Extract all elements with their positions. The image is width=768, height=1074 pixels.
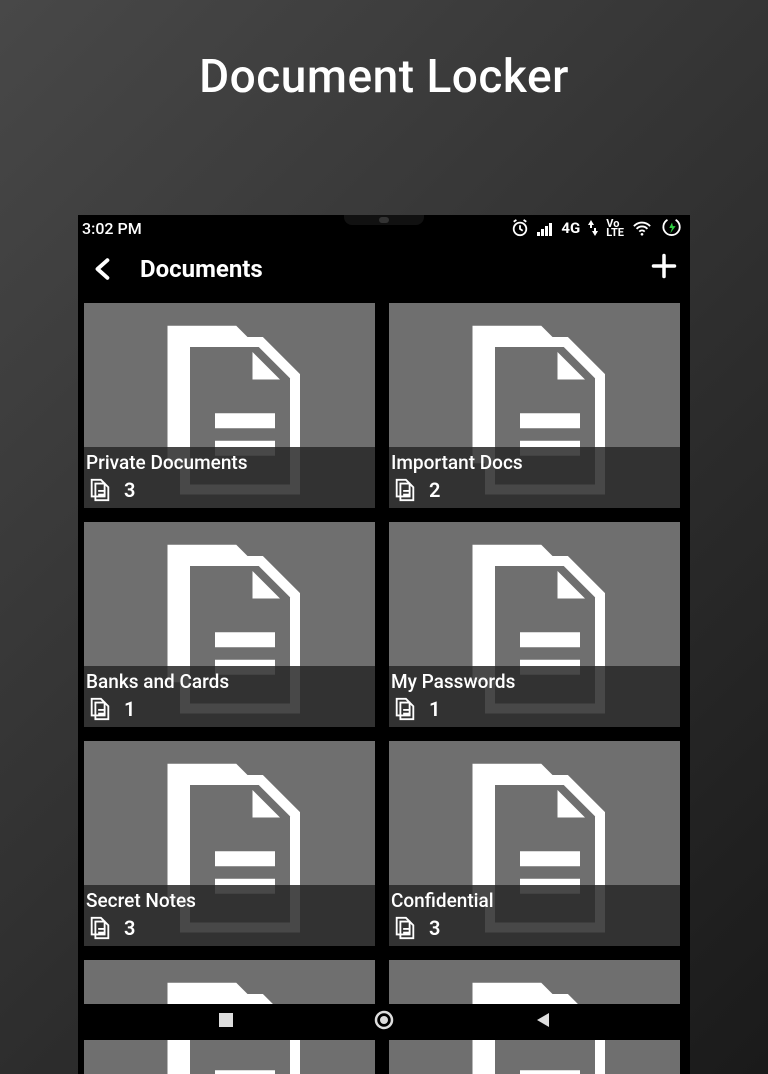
wifi-icon	[632, 219, 652, 237]
phone-notch	[344, 215, 424, 225]
folder-card[interactable]: My Passwords 1	[389, 522, 680, 727]
back-button[interactable]	[88, 254, 118, 284]
folder-count: 3	[124, 916, 135, 940]
volte-label: Vo LTE	[606, 219, 624, 237]
network-label: 4G	[561, 219, 580, 237]
folder-card[interactable]: Private Documents 3	[84, 303, 375, 508]
square-icon	[215, 1009, 237, 1031]
folder-card[interactable]: Banks and Cards 1	[84, 522, 375, 727]
battery-icon	[660, 218, 684, 238]
folder-name: Banks and Cards	[86, 670, 369, 693]
doc-count-icon	[88, 916, 112, 940]
folder-card[interactable]: Confidential 3	[389, 741, 680, 946]
folder-name: My Passwords	[391, 670, 674, 693]
triangle-left-icon	[532, 1009, 554, 1031]
doc-count-icon	[88, 697, 112, 721]
phone-frame: 3:02 PM 4G Vo LTE Documents	[78, 215, 690, 1074]
updown-icon	[588, 220, 598, 236]
doc-count-icon	[393, 478, 417, 502]
status-time: 3:02 PM	[82, 219, 142, 238]
alarm-icon	[511, 219, 529, 237]
folder-card[interactable]: Secret Notes 3	[84, 741, 375, 946]
folder-count: 3	[429, 916, 440, 940]
doc-count-icon	[88, 478, 112, 502]
add-button[interactable]	[650, 252, 680, 286]
folder-count: 1	[429, 697, 440, 721]
app-header: Documents	[78, 241, 690, 297]
nav-back-button[interactable]	[532, 1009, 554, 1035]
folder-grid: Private Documents 3 Important Docs 2 Ba	[78, 297, 690, 946]
folder-card[interactable]: Important Docs 2	[389, 303, 680, 508]
plus-icon	[650, 252, 678, 280]
signal-icon	[537, 220, 553, 236]
page-title: Document Locker	[0, 50, 768, 104]
circle-icon	[373, 1009, 395, 1031]
doc-count-icon	[393, 916, 417, 940]
chevron-left-icon	[92, 258, 114, 280]
folder-count: 2	[429, 478, 440, 502]
nav-recent-button[interactable]	[215, 1009, 237, 1035]
folder-count: 3	[124, 478, 135, 502]
folder-name: Secret Notes	[86, 889, 369, 912]
folder-name: Private Documents	[86, 451, 369, 474]
header-title: Documents	[140, 255, 650, 283]
doc-count-icon	[393, 697, 417, 721]
folder-name: Confidential	[391, 889, 674, 912]
nav-home-button[interactable]	[373, 1009, 395, 1035]
android-nav-bar	[78, 1004, 690, 1040]
folder-name: Important Docs	[391, 451, 674, 474]
folder-count: 1	[124, 697, 135, 721]
